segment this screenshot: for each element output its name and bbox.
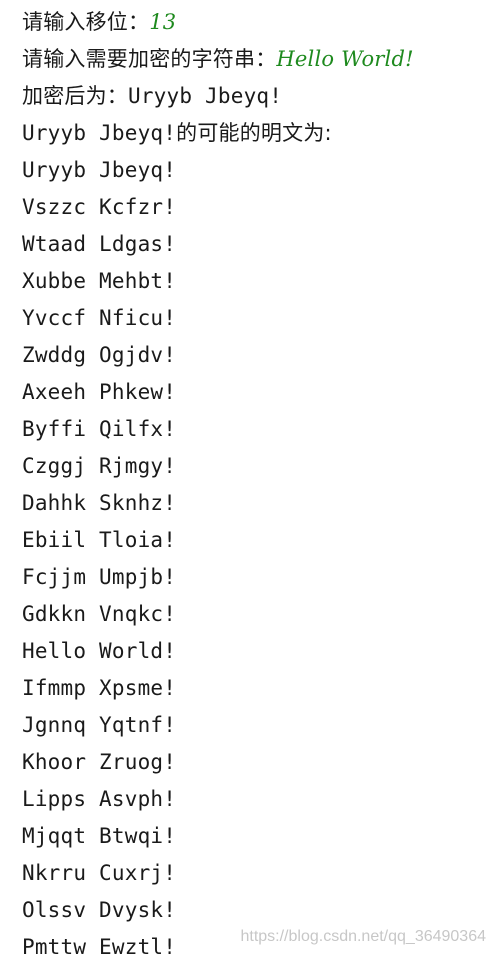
candidate-line: Byffi Qilfx! xyxy=(22,417,177,441)
candidate-line: Ebiil Tloia! xyxy=(22,528,177,552)
shift-input-value: 13 xyxy=(149,10,177,34)
candidate-line: Olssv Dvysk! xyxy=(22,898,177,922)
candidate-line: Yvccf Nficu! xyxy=(22,306,177,330)
candidate-line: Mjqqt Btwqi! xyxy=(22,824,177,848)
shift-line: 请输入移位：13 xyxy=(22,4,492,41)
encrypted-line: 加密后为：Uryyb Jbeyq! xyxy=(22,78,492,115)
encrypted-label: 加密后为： xyxy=(22,84,128,108)
candidate-line: Hello World! xyxy=(22,639,177,663)
candidate-line: Gdkkn Vnqkc! xyxy=(22,602,177,626)
candidate-line: Axeeh Phkew! xyxy=(22,380,177,404)
candidate-line: Czggj Rjmgy! xyxy=(22,454,177,478)
candidate-line: Jgnnq Yqtnf! xyxy=(22,713,177,737)
text-prompt: 请输入需要加密的字符串： xyxy=(22,47,277,71)
candidates-header: Uryyb Jbeyq!的可能的明文为: xyxy=(22,115,492,152)
candidate-line: Khoor Zruog! xyxy=(22,750,177,774)
text-line: 请输入需要加密的字符串：Hello World! xyxy=(22,41,492,78)
candidates-header-text: Uryyb Jbeyq! xyxy=(22,121,177,145)
candidates-header-label: 的可能的明文为: xyxy=(176,121,332,145)
watermark: https://blog.csdn.net/qq_36490364 xyxy=(240,928,486,945)
candidate-line: Wtaad Ldgas! xyxy=(22,232,177,256)
text-input-value: Hello World! xyxy=(276,47,414,71)
console-output: 请输入移位：13 请输入需要加密的字符串：Hello World! 加密后为：U… xyxy=(22,4,492,966)
candidate-line: Zwddg Ogjdv! xyxy=(22,343,177,367)
candidate-line: Nkrru Cuxrj! xyxy=(22,861,177,885)
encrypted-value: Uryyb Jbeyq! xyxy=(128,84,283,108)
shift-prompt: 请输入移位： xyxy=(22,10,150,34)
candidate-line: Fcjjm Umpjb! xyxy=(22,565,177,589)
candidate-line: Uryyb Jbeyq! xyxy=(22,158,177,182)
candidate-line: Ifmmp Xpsme! xyxy=(22,676,177,700)
candidate-line: Xubbe Mehbt! xyxy=(22,269,177,293)
candidate-line: Vszzc Kcfzr! xyxy=(22,195,177,219)
candidate-line: Lipps Asvph! xyxy=(22,787,177,811)
candidate-line: Dahhk Sknhz! xyxy=(22,491,177,515)
